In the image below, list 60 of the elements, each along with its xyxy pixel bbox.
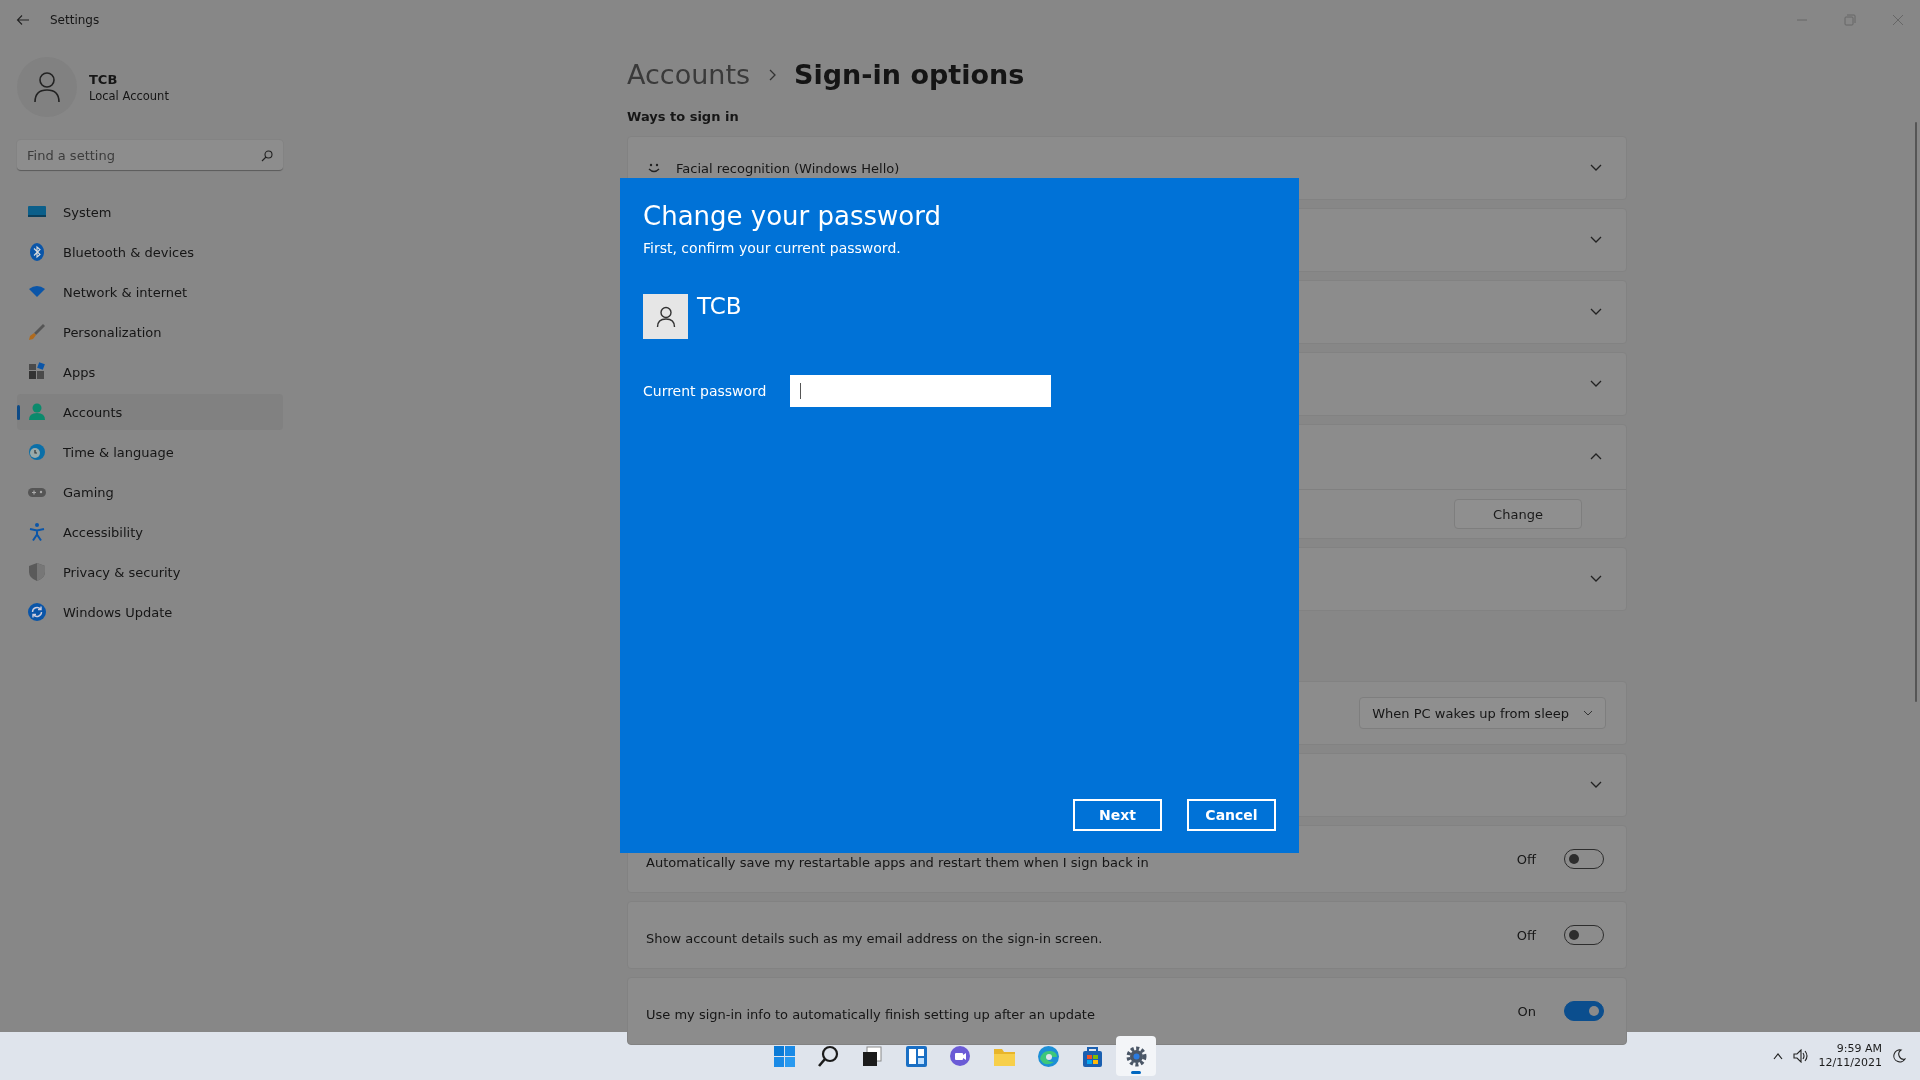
nav-item[interactable]: Windows Update (17, 594, 283, 630)
toggle-state: On (1517, 1003, 1536, 1019)
clock-date[interactable]: 12/11/2021 (1818, 1056, 1882, 1070)
video-chat-icon (947, 1043, 973, 1069)
change-button[interactable]: Change (1454, 499, 1582, 529)
cancel-button[interactable]: Cancel (1187, 799, 1276, 831)
paintbrush-icon (27, 322, 47, 342)
account-type: Local Account (89, 88, 169, 103)
window-title: Settings (50, 13, 100, 27)
nav-item[interactable]: Time & language (17, 434, 283, 470)
nav-item[interactable]: Bluetooth & devices (17, 234, 283, 270)
sync-icon (27, 602, 47, 622)
toggle-switch[interactable] (1564, 1001, 1604, 1021)
field-label: Current password (643, 383, 768, 399)
card-label: Use my sign-in info to automatically finish setting up after an update (646, 1005, 1095, 1022)
person-icon (27, 402, 47, 422)
speaker-icon[interactable] (1792, 1049, 1809, 1063)
account-name: TCB (89, 71, 119, 87)
globe-clock-icon (27, 442, 47, 462)
person-icon (655, 305, 676, 328)
clock-time[interactable]: 9:59 AM (1836, 1042, 1882, 1056)
toggle-state: Off (1516, 851, 1536, 867)
next-button[interactable]: Next (1073, 799, 1162, 831)
password-field[interactable] (790, 375, 1051, 407)
dialog-subtitle: First, confirm your current password. (643, 240, 902, 256)
nav-item[interactable]: Gaming (17, 474, 283, 510)
shield-icon (27, 562, 47, 582)
nav-item[interactable]: Privacy & security (17, 554, 283, 590)
toggle-state: Off (1516, 927, 1536, 943)
nav-item[interactable]: Apps (17, 354, 283, 390)
page-title: Sign-in options (794, 58, 1025, 92)
search-field[interactable]: Find a setting (17, 140, 283, 171)
nav-item[interactable]: Network & internet (17, 274, 283, 310)
four-squares-icon (771, 1043, 797, 1069)
search-icon (261, 150, 273, 162)
search-icon (815, 1043, 841, 1069)
card-label: Show account details such as my email address on the sign-in screen. (646, 929, 1103, 946)
nav-item[interactable]: Personalization (17, 314, 283, 350)
dialog-title: Change your password (643, 200, 942, 232)
section-title: Ways to sign in (627, 108, 740, 126)
card-label: Facial recognition (Windows Hello) (676, 160, 900, 176)
nav-item[interactable]: System (17, 194, 283, 230)
card-label: Automatically save my restartable apps and restart them when I sign back in (646, 853, 1149, 870)
scrollbar[interactable] (1915, 122, 1917, 702)
accessibility-icon (27, 522, 47, 542)
nav-item[interactable]: Accessibility (17, 514, 283, 550)
caret-up-icon[interactable] (1772, 1052, 1783, 1060)
apps-grid-icon (27, 362, 47, 382)
bluetooth-icon (27, 242, 47, 262)
back-arrow-icon[interactable] (16, 14, 30, 26)
person-icon (33, 71, 61, 103)
chevron-down-icon (1583, 708, 1593, 718)
breadcrumb-link[interactable]: Accounts (627, 55, 751, 95)
chevron-right-icon (768, 69, 777, 81)
swirl-icon (1035, 1043, 1061, 1069)
dropdown[interactable]: When PC wakes up from sleep (1359, 697, 1606, 729)
nav-item[interactable]: Accounts (17, 394, 283, 430)
taskbar-button[interactable] (1116, 1036, 1156, 1076)
panel-icon (903, 1043, 929, 1069)
user-name: TCB (697, 292, 742, 320)
